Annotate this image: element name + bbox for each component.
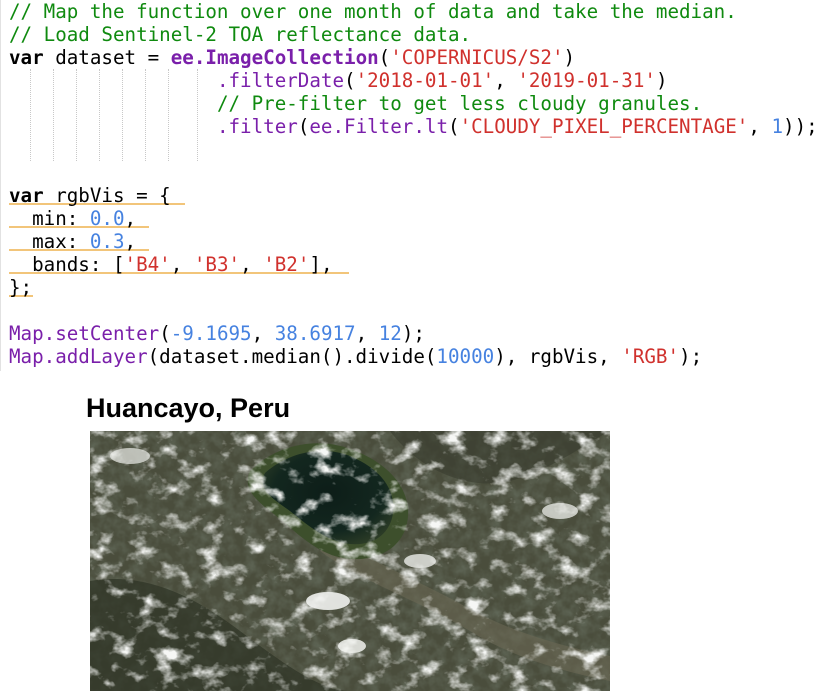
code-token-fn: .filter <box>216 115 298 138</box>
code-token-num: 12 <box>378 322 402 345</box>
code-token-comment: // Pre-filter to get less cloudy granule… <box>216 92 703 115</box>
code-token-plain: ); <box>679 345 703 368</box>
code-token-plain: , <box>494 69 518 92</box>
code-line[interactable]: // Pre-filter to get less cloudy granule… <box>9 92 702 115</box>
code-token-plain: ( <box>297 115 310 138</box>
code-token-fn: Map.addLayer <box>9 345 148 368</box>
code-token-plain: ) <box>655 69 668 92</box>
code-token-plain: bands: [ <box>9 253 125 276</box>
code-token-num: -9.1695 <box>170 322 252 345</box>
code-token-str: 'RGB' <box>621 345 680 368</box>
code-token-str: '2019-01-31' <box>517 69 656 92</box>
code-token-num: 0.0 <box>89 207 125 230</box>
code-token-str: 'B4' <box>124 253 171 276</box>
code-token-plain: , <box>251 322 275 345</box>
code-token-kw: var <box>9 46 44 69</box>
cloud <box>404 554 436 568</box>
code-token-kw: var <box>9 184 44 207</box>
cloud <box>542 503 578 519</box>
code-line[interactable]: var dataset = ee.ImageCollection('COPERN… <box>9 46 575 69</box>
cloud <box>306 592 350 610</box>
code-token-plain: )); <box>783 115 818 138</box>
code-line[interactable]: .filterDate('2018-01-01', '2019-01-31') <box>9 69 668 92</box>
cloud <box>110 448 150 464</box>
code-token-fn: .filterDate <box>216 69 345 92</box>
code-line[interactable]: bands: ['B4', 'B3', 'B2'], <box>9 253 333 276</box>
code-token-plain: ( <box>448 115 460 138</box>
code-token-plain: ( <box>378 46 391 69</box>
code-line[interactable]: Map.addLayer(dataset.median().divide(100… <box>9 345 702 368</box>
code-token-plain: min: <box>9 207 90 230</box>
code-line[interactable]: var rgbVis = { <box>9 184 171 207</box>
code-token-plain: ) <box>563 46 576 69</box>
notebook-page: // Map the function over one month of da… <box>0 0 838 691</box>
cloud <box>338 639 366 653</box>
code-token-plain: , <box>355 322 379 345</box>
code-token-comment: // Map the function over one month of da… <box>9 0 737 23</box>
code-token-str: 'CLOUDY_PIXEL_PERCENTAGE' <box>459 115 749 138</box>
code-token-fn: Map.setCenter <box>9 322 160 345</box>
code-token-plain: dataset = <box>43 46 171 69</box>
code-token-num: 10000 <box>436 345 495 368</box>
code-token-plain: ); <box>401 322 425 345</box>
code-token-plain: , <box>124 207 137 230</box>
code-token-plain: }; <box>9 276 33 299</box>
code-token-plain: , <box>170 253 194 276</box>
code-token-ee: ee.ImageCollection <box>170 46 379 69</box>
code-token-plain: , <box>240 253 264 276</box>
output-title: Huancayo, Peru <box>86 393 291 423</box>
code-line[interactable]: max: 0.3, <box>9 230 136 253</box>
code-token-plain: max: <box>9 230 90 253</box>
satellite-image-canvas <box>90 431 610 691</box>
code-token-str: 'B3' <box>193 253 241 276</box>
code-line[interactable]: .filter(ee.Filter.lt('CLOUDY_PIXEL_PERCE… <box>9 115 818 138</box>
code-token-str: '2018-01-01' <box>355 69 495 92</box>
code-editor[interactable]: // Map the function over one month of da… <box>0 0 838 371</box>
code-token-plain: ( <box>344 69 356 92</box>
code-line[interactable]: // Map the function over one month of da… <box>9 0 737 23</box>
code-token-str: 'B2' <box>263 253 310 276</box>
code-token-comment: // Load Sentinel-2 TOA reflectance data. <box>9 23 472 46</box>
code-token-plain: , <box>124 230 137 253</box>
code-line[interactable]: min: 0.0, <box>9 207 136 230</box>
code-token-str: 'COPERNICUS/S2' <box>390 46 564 69</box>
code-line[interactable]: }; <box>9 276 32 299</box>
code-token-num: 0.3 <box>89 230 125 253</box>
code-token-plain: ], <box>309 253 333 276</box>
satellite-image[interactable] <box>90 431 610 691</box>
code-line[interactable]: // Load Sentinel-2 TOA reflectance data. <box>9 23 471 46</box>
code-token-num: 38.6917 <box>274 322 356 345</box>
code-token-fn: ee.Filter.lt <box>309 115 448 138</box>
code-token-plain: , <box>748 115 772 138</box>
code-line[interactable]: Map.setCenter(-9.1695, 38.6917, 12); <box>9 322 425 345</box>
code-token-plain: ( <box>159 322 171 345</box>
code-token-num: 1 <box>771 115 784 138</box>
code-token-plain: rgbVis = { <box>43 184 171 207</box>
code-token-plain: (dataset.median().divide( <box>147 345 437 368</box>
code-token-plain: ), rgbVis, <box>494 345 622 368</box>
